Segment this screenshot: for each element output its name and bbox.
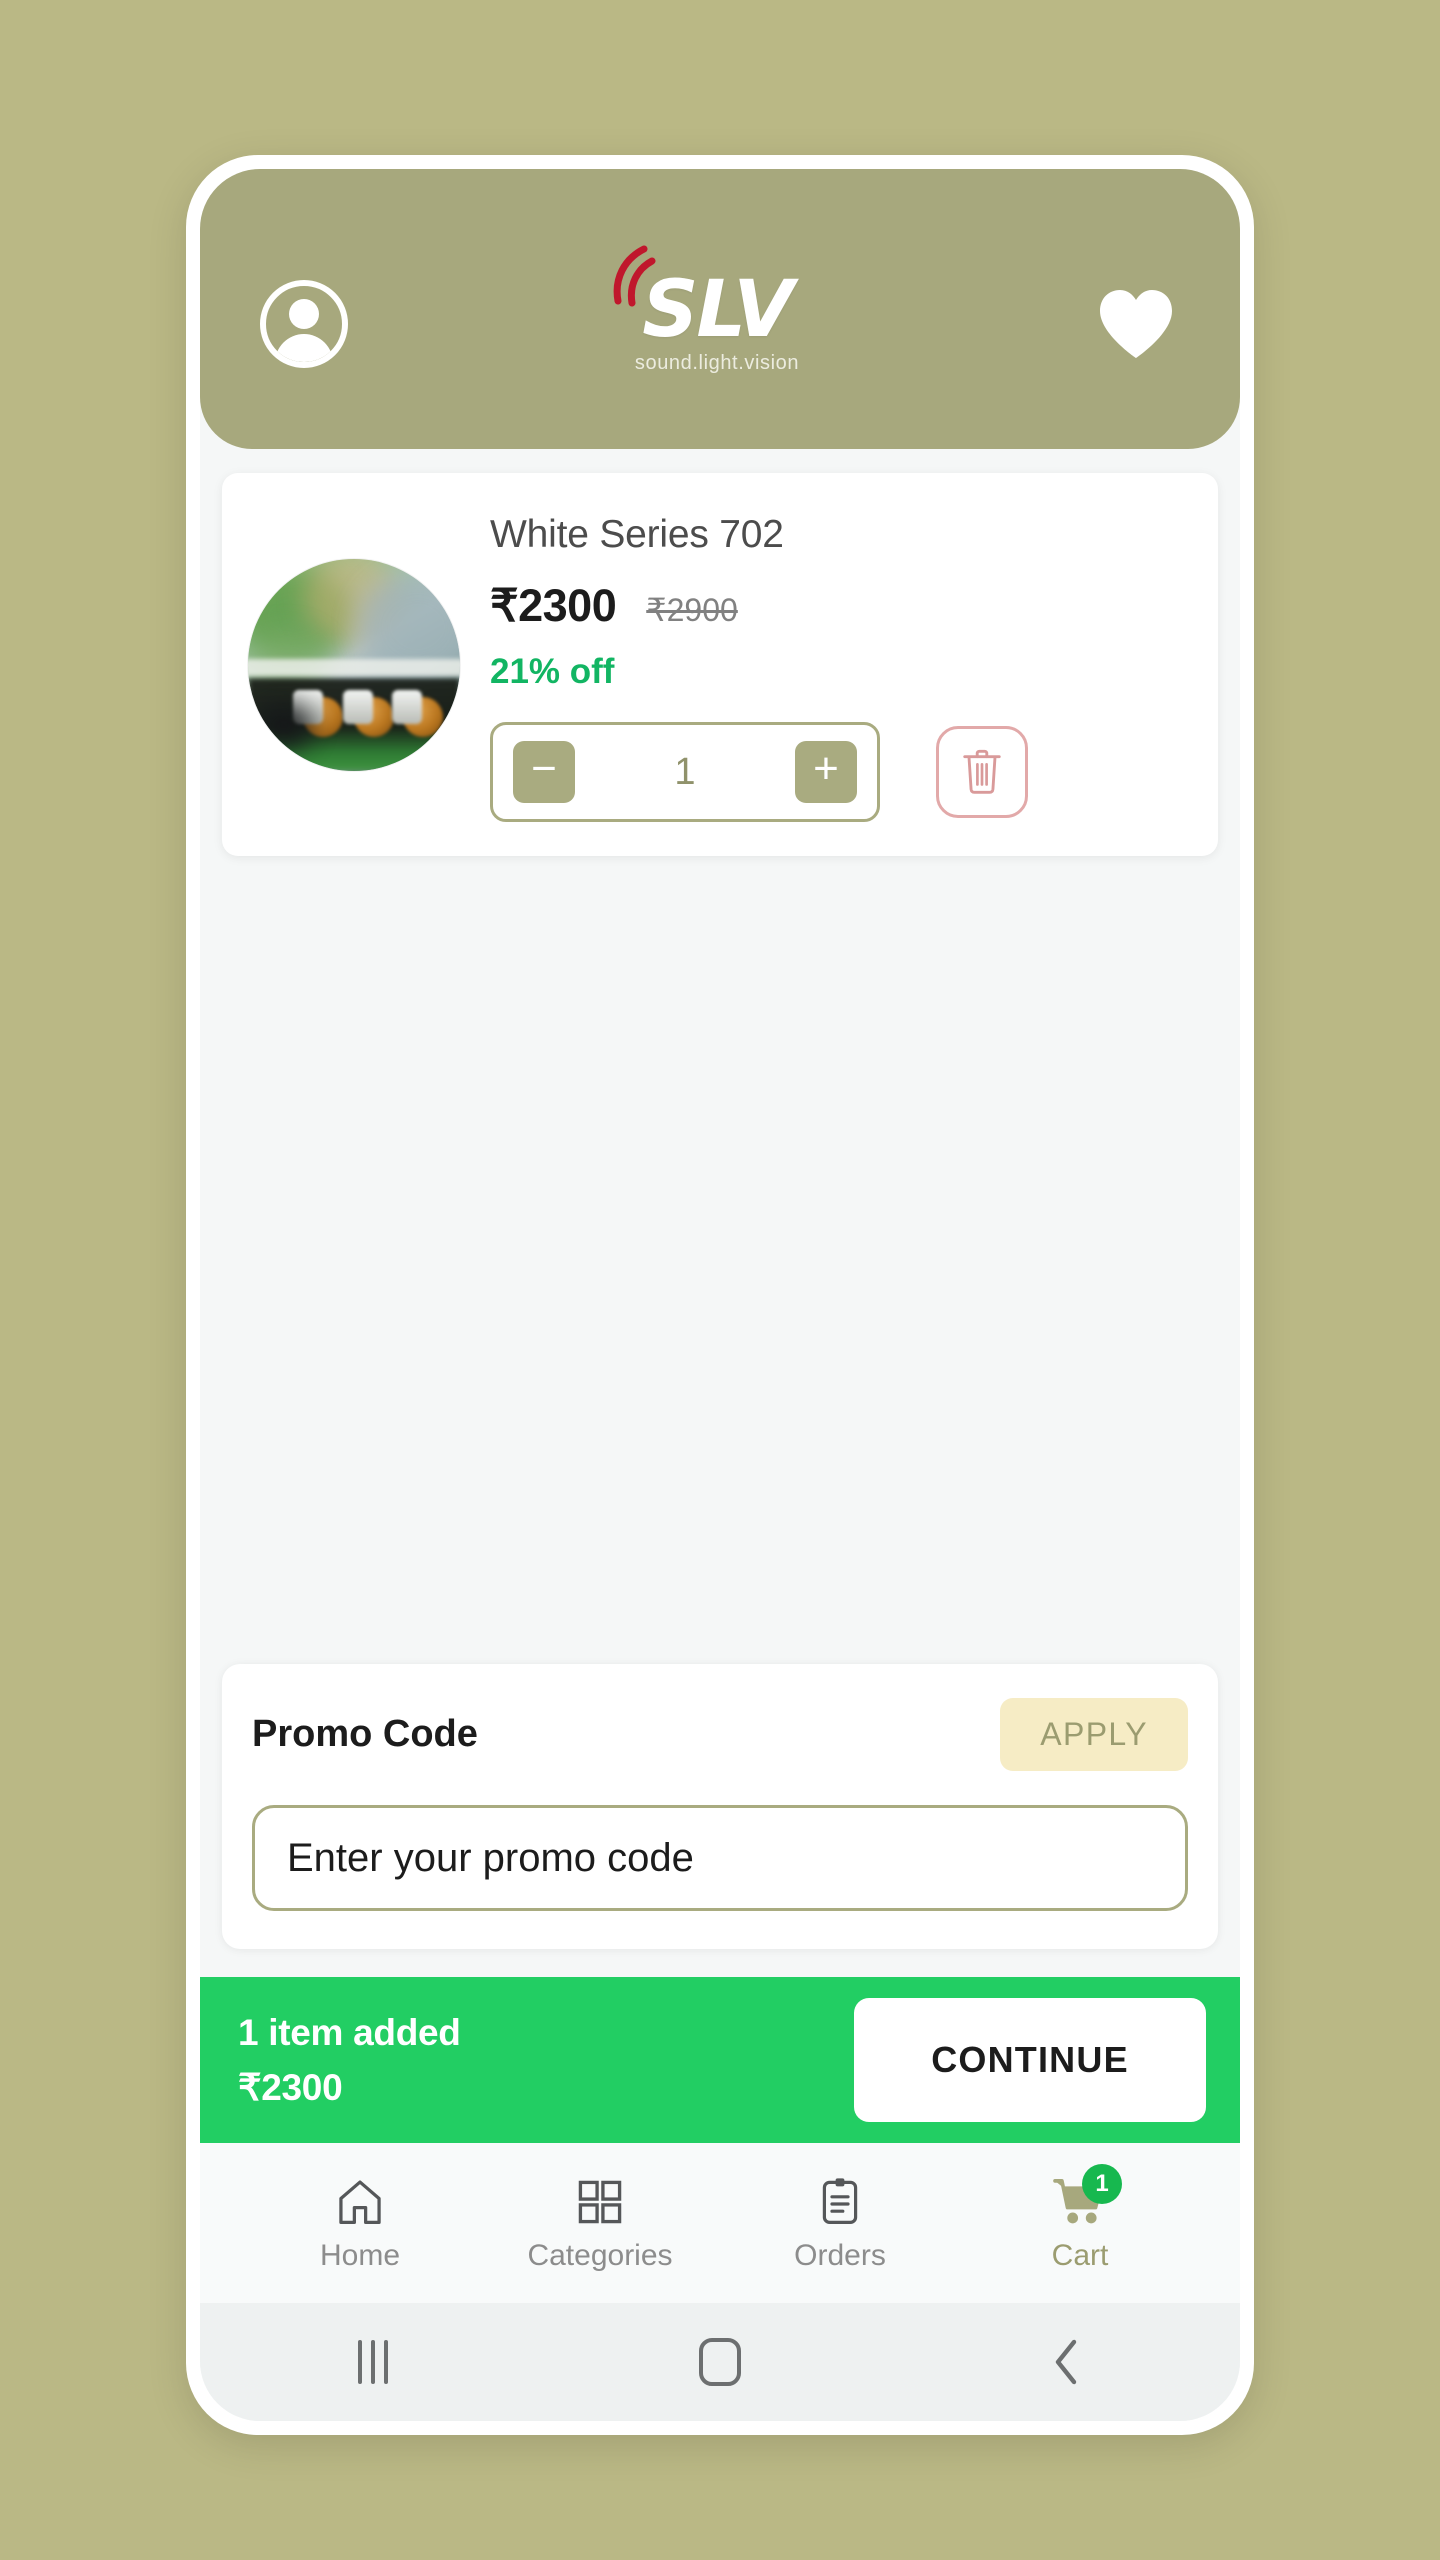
system-back-button[interactable] <box>992 2303 1142 2421</box>
delete-item-button[interactable] <box>936 726 1028 818</box>
continue-button[interactable]: CONTINUE <box>854 1998 1206 2122</box>
nav-label-orders: Orders <box>794 2238 886 2272</box>
cart-badge: 1 <box>1082 2163 1122 2204</box>
clipboard-icon-wrap <box>815 2174 865 2230</box>
promo-header: Promo Code APPLY <box>252 1698 1188 1771</box>
signal-waves-icon <box>613 245 656 307</box>
system-recents-button[interactable] <box>298 2303 448 2421</box>
nav-label-categories: Categories <box>527 2238 673 2272</box>
quantity-delete-row: − 1 + <box>490 722 1188 822</box>
promo-code-card: Promo Code APPLY <box>222 1664 1218 1949</box>
nav-item-home[interactable]: Home <box>285 2174 435 2273</box>
cart-total-amount: ₹2300 <box>238 2066 343 2108</box>
cart-icon-wrap: 1 <box>1052 2163 1122 2230</box>
nav-item-cart[interactable]: 1 Cart <box>1005 2163 1155 2273</box>
nav-label-cart: Cart <box>1051 2238 1109 2272</box>
product-thumbnail[interactable] <box>248 559 460 771</box>
nav-label-home: Home <box>319 2238 401 2272</box>
product-original-price: ₹2900 <box>646 592 738 628</box>
price-row: ₹2300 ₹2900 <box>490 579 1188 632</box>
app-logo: SLV sound.light.vision <box>613 245 800 374</box>
recents-icon <box>358 2340 389 2384</box>
increase-quantity-button[interactable]: + <box>794 741 857 803</box>
phone-frame: SLV sound.light.vision White Series 702 … <box>186 155 1254 2435</box>
promo-code-input[interactable] <box>252 1805 1188 1911</box>
quantity-value: 1 <box>674 750 696 793</box>
logo-row: SLV <box>613 245 794 350</box>
profile-icon <box>260 280 348 368</box>
phone-screen: SLV sound.light.vision White Series 702 … <box>200 169 1240 2421</box>
grid-icon <box>578 2180 622 2223</box>
apply-promo-button[interactable]: APPLY <box>1000 1698 1188 1771</box>
home-icon-wrap <box>334 2174 386 2230</box>
product-name: White Series 702 <box>490 513 784 556</box>
system-home-button[interactable] <box>645 2303 795 2421</box>
heart-icon <box>1099 290 1172 358</box>
promo-title: Promo Code <box>252 1713 478 1755</box>
empty-cart-space <box>200 856 1240 1664</box>
discount-badge: 21% off <box>490 652 615 691</box>
trash-icon <box>963 749 1001 794</box>
profile-button[interactable] <box>252 272 356 376</box>
cart-summary-bar: 1 item added ₹2300 CONTINUE <box>200 1977 1240 2143</box>
grid-icon-wrap <box>575 2174 625 2230</box>
product-price: ₹2300 <box>490 580 617 631</box>
bottom-navigation: Home Categories Orders 1 Cart <box>200 2143 1240 2303</box>
quantity-stepper[interactable]: − 1 + <box>490 722 880 822</box>
app-header: SLV sound.light.vision <box>200 169 1240 449</box>
nav-item-categories[interactable]: Categories <box>525 2174 675 2273</box>
wishlist-button[interactable] <box>1084 272 1188 376</box>
clipboard-icon <box>822 2177 858 2224</box>
nav-item-orders[interactable]: Orders <box>765 2174 915 2273</box>
home-icon <box>339 2179 381 2224</box>
cart-item-card: White Series 702 ₹2300 ₹2900 21% off − 1… <box>222 473 1218 856</box>
home-square-icon <box>698 2338 741 2386</box>
system-navigation-bar <box>200 2303 1240 2421</box>
decrease-quantity-button[interactable]: − <box>513 741 575 803</box>
items-added-text: 1 item added <box>238 2011 461 2053</box>
summary-text-group: 1 item added ₹2300 <box>238 2012 461 2109</box>
screen-body: White Series 702 ₹2300 ₹2900 21% off − 1… <box>200 449 1240 2421</box>
logo-tagline: sound.light.vision <box>634 351 800 374</box>
product-info: White Series 702 ₹2300 ₹2900 21% off − 1… <box>490 507 1188 822</box>
back-chevron-icon <box>1055 2339 1076 2385</box>
